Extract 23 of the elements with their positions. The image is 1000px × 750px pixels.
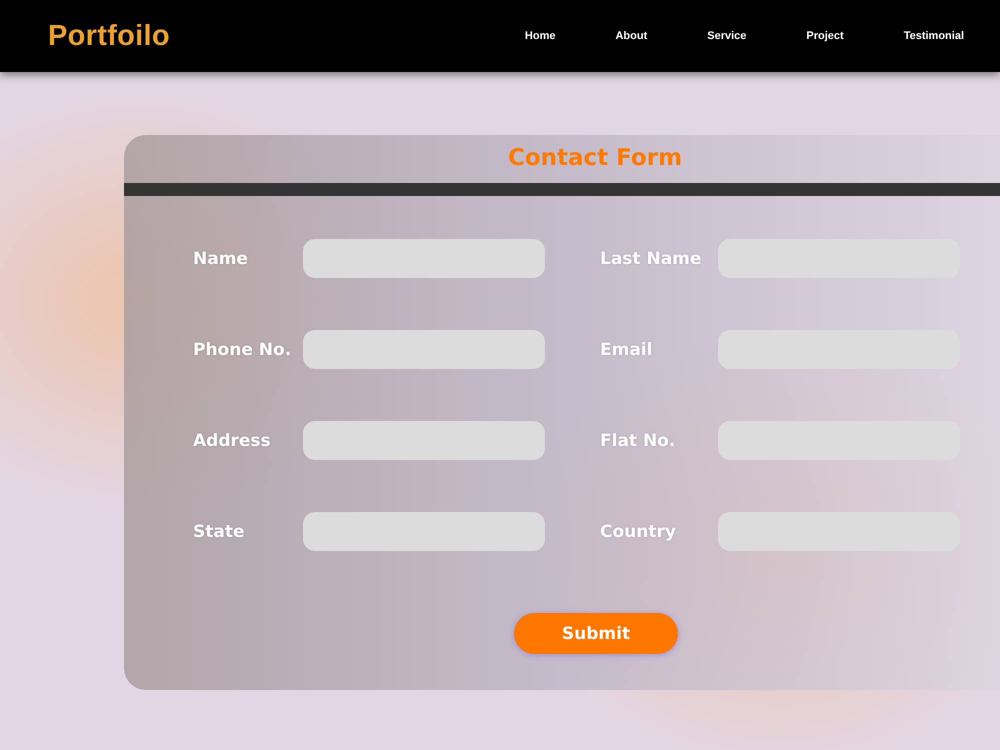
- input-field[interactable]: [303, 330, 545, 369]
- nav-link[interactable]: Home: [524, 30, 556, 42]
- nav-link[interactable]: Service: [707, 30, 746, 42]
- field-label: Email: [599, 340, 654, 360]
- input-field[interactable]: [718, 330, 960, 369]
- input-field[interactable]: [303, 512, 545, 551]
- input-field[interactable]: [718, 421, 960, 460]
- nav-link[interactable]: About: [615, 30, 648, 42]
- field-label: Phone No.: [193, 340, 292, 360]
- input-field[interactable]: [303, 421, 545, 460]
- field-label: State: [193, 522, 246, 542]
- input-field[interactable]: [718, 512, 960, 551]
- nav-link[interactable]: Testimonial: [904, 30, 964, 42]
- form-title: Contact Form: [508, 144, 682, 173]
- input-field[interactable]: [718, 239, 960, 278]
- field-label: Country: [599, 522, 677, 542]
- field-label: Last Name: [599, 248, 702, 268]
- input-field[interactable]: [303, 239, 545, 278]
- field-label: Address: [193, 430, 272, 450]
- field-label: Flat No.: [599, 430, 676, 450]
- logo[interactable]: Portfoilo: [48, 20, 170, 52]
- nav-link[interactable]: Project: [806, 30, 844, 42]
- field-label: Name: [193, 248, 249, 268]
